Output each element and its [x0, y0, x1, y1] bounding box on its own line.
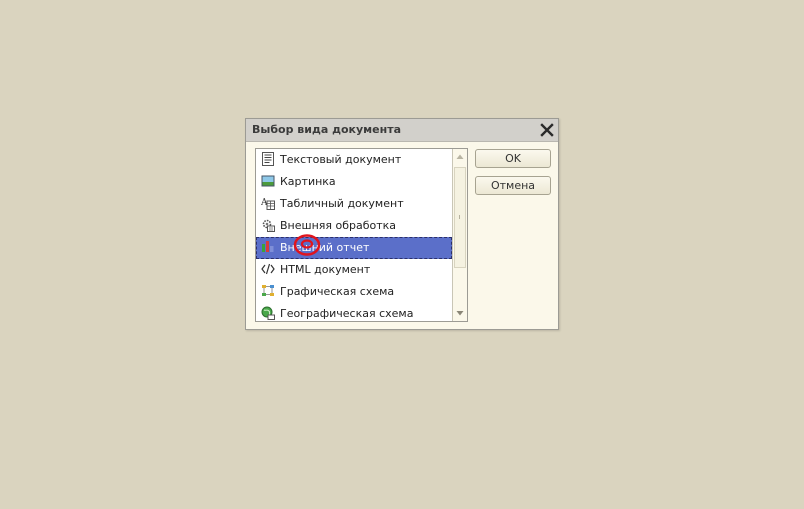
scrollbar-grip	[459, 215, 463, 219]
list-item-spreadsheet-document[interactable]: A Табличный документ	[256, 193, 452, 215]
scroll-down-icon[interactable]	[453, 305, 467, 321]
ok-button[interactable]: OK	[475, 149, 551, 168]
document-type-dialog: Выбор вида документа Текстовый документ …	[245, 118, 559, 330]
list-item-graphic-scheme[interactable]: Графическая схема	[256, 281, 452, 303]
list-item-picture[interactable]: Картинка	[256, 171, 452, 193]
close-icon[interactable]	[540, 123, 554, 137]
dialog-title: Выбор вида документа	[252, 123, 402, 136]
external-processing-icon	[262, 219, 275, 232]
list-item-external-report[interactable]: Внешний отчет	[256, 237, 452, 259]
html-document-icon	[261, 263, 275, 275]
list-item-label: Внешняя обработка	[280, 219, 397, 232]
list-item-html-document[interactable]: HTML документ	[256, 259, 452, 281]
document-type-list[interactable]: Текстовый документ Картинка A Табличный …	[255, 148, 468, 322]
list-item-label: Табличный документ	[280, 197, 404, 210]
scroll-up-icon[interactable]	[453, 149, 467, 165]
external-report-icon	[262, 241, 274, 252]
graphic-scheme-icon	[262, 285, 274, 296]
text-document-icon	[262, 152, 274, 166]
list-item-label: Текстовый документ	[280, 153, 402, 166]
dialog-titlebar[interactable]: Выбор вида документа	[246, 119, 558, 142]
picture-icon	[261, 175, 275, 187]
cancel-button[interactable]: Отмена	[475, 176, 551, 195]
scrollbar-thumb[interactable]	[454, 167, 466, 268]
list-item-external-processing[interactable]: Внешняя обработка	[256, 215, 452, 237]
list-item-label: Графическая схема	[280, 285, 395, 298]
geographic-scheme-icon	[261, 306, 275, 320]
list-item-label: HTML документ	[280, 263, 371, 276]
list-item-label: Картинка	[280, 175, 336, 188]
spreadsheet-document-icon: A	[261, 198, 275, 210]
list-item-geographic-scheme[interactable]: Географическая схема	[256, 303, 452, 321]
list-item-label: Внешний отчет	[280, 241, 370, 254]
list-scrollbar[interactable]	[452, 149, 467, 321]
list-item-label: Географическая схема	[280, 307, 414, 320]
list-item-text-document[interactable]: Текстовый документ	[256, 149, 452, 171]
